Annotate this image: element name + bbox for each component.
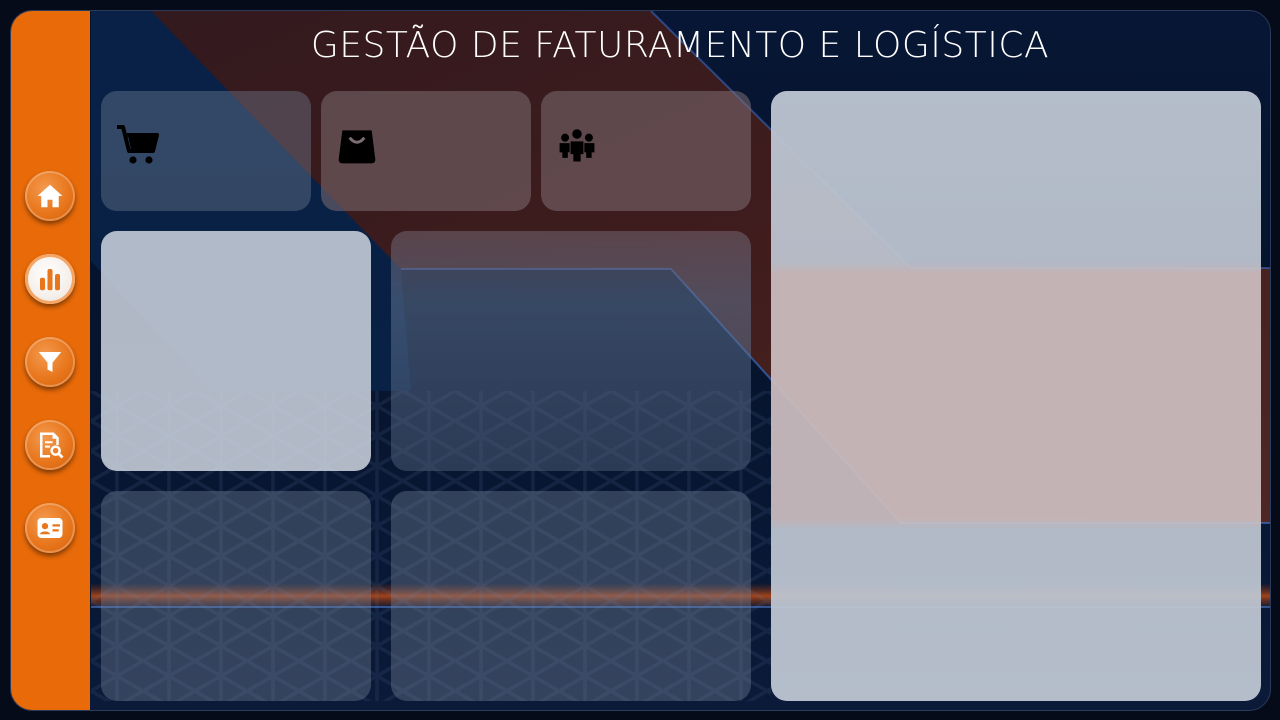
bar-chart-icon: [40, 269, 60, 291]
chart-panel-left: [101, 231, 371, 471]
nav-report-button[interactable]: [25, 420, 75, 470]
nav-filter-button[interactable]: [25, 337, 75, 387]
chart-panel-center: [391, 231, 751, 471]
report-search-icon: [40, 432, 64, 459]
page-title: GESTÃO DE FATURAMENTO E LOGÍSTICA: [310, 25, 1050, 66]
chart-panel-bottom-center: [391, 491, 751, 701]
dashboard-frame: GESTÃO DE FATURAMENTO E LOGÍSTICA: [10, 10, 1271, 711]
chart-panel-right: [771, 91, 1261, 701]
shopping-bag-icon: [338, 130, 376, 164]
nav-contact-button[interactable]: [25, 503, 75, 553]
id-card-icon: [37, 518, 63, 538]
people-group-icon: [559, 129, 595, 162]
kpi-card-products: [321, 91, 531, 211]
kpi-card-customers: [541, 91, 751, 211]
chart-panel-bottom-left: [101, 491, 371, 701]
filter-icon: [38, 352, 62, 372]
home-icon: [37, 184, 63, 208]
cart-icon: [117, 125, 159, 164]
sidebar: [11, 11, 90, 710]
nav-dashboard-button[interactable]: [25, 254, 75, 304]
kpi-card-orders: [101, 91, 311, 211]
nav-home-button[interactable]: [25, 171, 75, 221]
